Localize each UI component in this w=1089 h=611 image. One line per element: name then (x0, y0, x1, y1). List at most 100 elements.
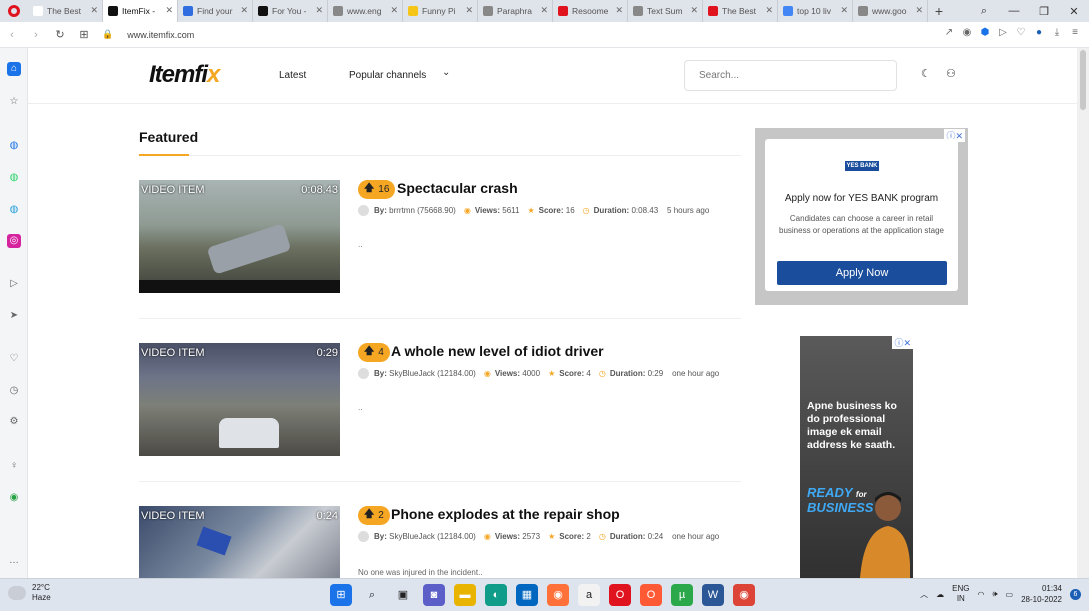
star-icon[interactable]: ☆ (7, 95, 21, 109)
weather-tray-icon[interactable]: ☁ (936, 590, 944, 599)
page-scrollbar[interactable] (1077, 48, 1089, 578)
new-tab-button[interactable]: + (928, 3, 950, 19)
tab-close-icon[interactable]: ✕ (690, 5, 698, 16)
browser-tab[interactable]: Funny Pi ✕ (403, 0, 478, 22)
battery-icon[interactable]: ▭ (1006, 590, 1014, 599)
tab-close-icon[interactable]: ✕ (390, 5, 398, 16)
camera-icon[interactable]: ◉ (961, 27, 973, 38)
author-link[interactable]: SkyBlueJack (12184.00) (389, 532, 476, 541)
restore-button[interactable]: ❐ (1029, 5, 1059, 18)
aria-icon[interactable]: ◉ (7, 491, 21, 505)
tab-close-icon[interactable]: ✕ (540, 5, 548, 16)
tab-close-icon[interactable]: ✕ (615, 5, 623, 16)
video-thumbnail[interactable]: VIDEO ITEM 0:24 (139, 506, 340, 578)
back-icon[interactable]: ‹ (0, 29, 24, 41)
video-thumbnail[interactable]: VIDEO ITEM 0:08.43 (139, 180, 340, 293)
tab-close-icon[interactable]: ✕ (915, 5, 923, 16)
send-icon[interactable]: ↗ (943, 27, 955, 38)
play-icon[interactable]: ▷ (997, 27, 1009, 38)
more-icon[interactable]: … (7, 554, 21, 568)
home-icon[interactable]: ⌂ (7, 62, 21, 76)
tab-grid-icon[interactable]: ⊞ (72, 28, 96, 41)
download-icon[interactable]: ⤓ (1051, 27, 1063, 38)
tab-close-icon[interactable]: ✕ (765, 5, 773, 16)
profile-icon[interactable]: ● (1033, 27, 1045, 38)
task-view-icon[interactable]: ▣ (392, 584, 414, 606)
browser-tab[interactable]: Resoome ✕ (553, 0, 628, 22)
chevron-down-icon[interactable]: ⌄ (442, 67, 450, 78)
browser-tab[interactable]: top 10 liv ✕ (778, 0, 853, 22)
business-email-ad[interactable]: ⓘ✕ Apne business ko do professional imag… (800, 336, 913, 578)
search-input[interactable]: Search... (684, 60, 897, 91)
browser-tab[interactable]: The Best ✕ (703, 0, 778, 22)
vote-badge[interactable]: 🡅 4 (358, 343, 390, 362)
start-icon[interactable]: ⊞ (330, 584, 352, 606)
tab-close-icon[interactable]: ✕ (90, 5, 98, 16)
user-icon[interactable]: ⚇ (946, 67, 956, 80)
browser-tab[interactable]: www.eng ✕ (328, 0, 403, 22)
nav-latest[interactable]: Latest (279, 70, 306, 81)
weather-widget[interactable]: 22°C Haze (8, 583, 51, 603)
store-icon[interactable]: ▦ (516, 584, 538, 606)
player-icon[interactable]: ▷ (7, 277, 21, 291)
author-link[interactable]: brrrtmn (75668.90) (389, 206, 456, 215)
chrome-icon[interactable]: ◉ (733, 584, 755, 606)
video-title[interactable]: Phone explodes at the repair shop (391, 506, 620, 522)
video-title[interactable]: Spectacular crash (397, 180, 518, 196)
author-link[interactable]: SkyBlueJack (12184.00) (389, 369, 476, 378)
apply-now-button[interactable]: Apply Now (777, 261, 947, 285)
notification-badge[interactable]: 6 (1070, 588, 1081, 600)
wifi-icon[interactable]: ◠ (977, 590, 984, 599)
whatsapp-icon[interactable]: ◍ (7, 171, 21, 185)
language-indicator[interactable]: ENG IN (952, 584, 969, 604)
volume-icon[interactable]: 🕪 (992, 589, 997, 599)
browser-tab[interactable]: The Best ✕ (28, 0, 103, 22)
scrollbar-thumb[interactable] (1080, 50, 1086, 110)
close-window-button[interactable]: ✕ (1059, 5, 1089, 18)
tab-close-icon[interactable]: ✕ (165, 5, 173, 16)
search-icon[interactable]: ⌕ (361, 584, 383, 606)
vote-badge[interactable]: 🡅 2 (358, 506, 390, 525)
tab-close-icon[interactable]: ✕ (315, 5, 323, 16)
messenger-icon[interactable]: ◍ (7, 139, 21, 153)
heart-icon[interactable]: ♡ (1015, 27, 1027, 38)
history-icon[interactable]: ◷ (7, 384, 21, 398)
firefox-icon[interactable]: ◉ (547, 584, 569, 606)
tab-close-icon[interactable]: ✕ (240, 5, 248, 16)
itemfix-logo[interactable]: Itemfix (149, 61, 220, 89)
url-field[interactable]: www.itemfix.com (127, 30, 194, 40)
send-arrow-icon[interactable]: ➤ (7, 309, 21, 323)
vote-badge[interactable]: 🡅 16 (358, 180, 396, 199)
clock[interactable]: 01:34 28-10-2022 (1021, 583, 1062, 605)
dark-mode-icon[interactable]: ☾ (921, 67, 931, 80)
chat-icon[interactable]: ◙ (423, 584, 445, 606)
tab-close-icon[interactable]: ✕ (840, 5, 848, 16)
opera-icon[interactable]: O (609, 584, 631, 606)
chevron-up-icon[interactable]: ︿ (920, 589, 928, 600)
browser-tab[interactable]: Find your ✕ (178, 0, 253, 22)
video-title[interactable]: A whole new level of idiot driver (391, 343, 604, 359)
video-thumbnail[interactable]: VIDEO ITEM 0:29 (139, 343, 340, 456)
minimize-button[interactable]: — (999, 5, 1029, 17)
search-tabs-icon[interactable]: ⌕ (969, 5, 999, 18)
tab-close-icon[interactable]: ✕ (465, 5, 473, 16)
opera-logo[interactable] (0, 0, 28, 22)
forward-icon[interactable]: › (24, 29, 48, 41)
browser-tab[interactable]: www.goo ✕ (853, 0, 928, 22)
settings-icon[interactable]: ⚙ (7, 415, 21, 429)
reload-icon[interactable]: ↻ (48, 28, 72, 41)
menu-icon[interactable]: ≡ (1069, 27, 1081, 38)
browser-tab[interactable]: For You - ✕ (253, 0, 328, 22)
browser-tab[interactable]: Paraphra ✕ (478, 0, 553, 22)
instagram-icon[interactable]: ◎ (7, 234, 21, 248)
file-explorer-icon[interactable]: ▬ (454, 584, 476, 606)
browser-tab[interactable]: Text Sum ✕ (628, 0, 703, 22)
opera-gx-icon[interactable]: O (640, 584, 662, 606)
favorites-icon[interactable]: ♡ (7, 352, 21, 366)
nav-popular-channels[interactable]: Popular channels (349, 70, 426, 81)
edge-icon[interactable]: ◐ (485, 584, 507, 606)
word-icon[interactable]: W (702, 584, 724, 606)
amazon-icon[interactable]: a (578, 584, 600, 606)
lock-icon[interactable]: 🔒 (102, 29, 113, 40)
utorrent-icon[interactable]: µ (671, 584, 693, 606)
